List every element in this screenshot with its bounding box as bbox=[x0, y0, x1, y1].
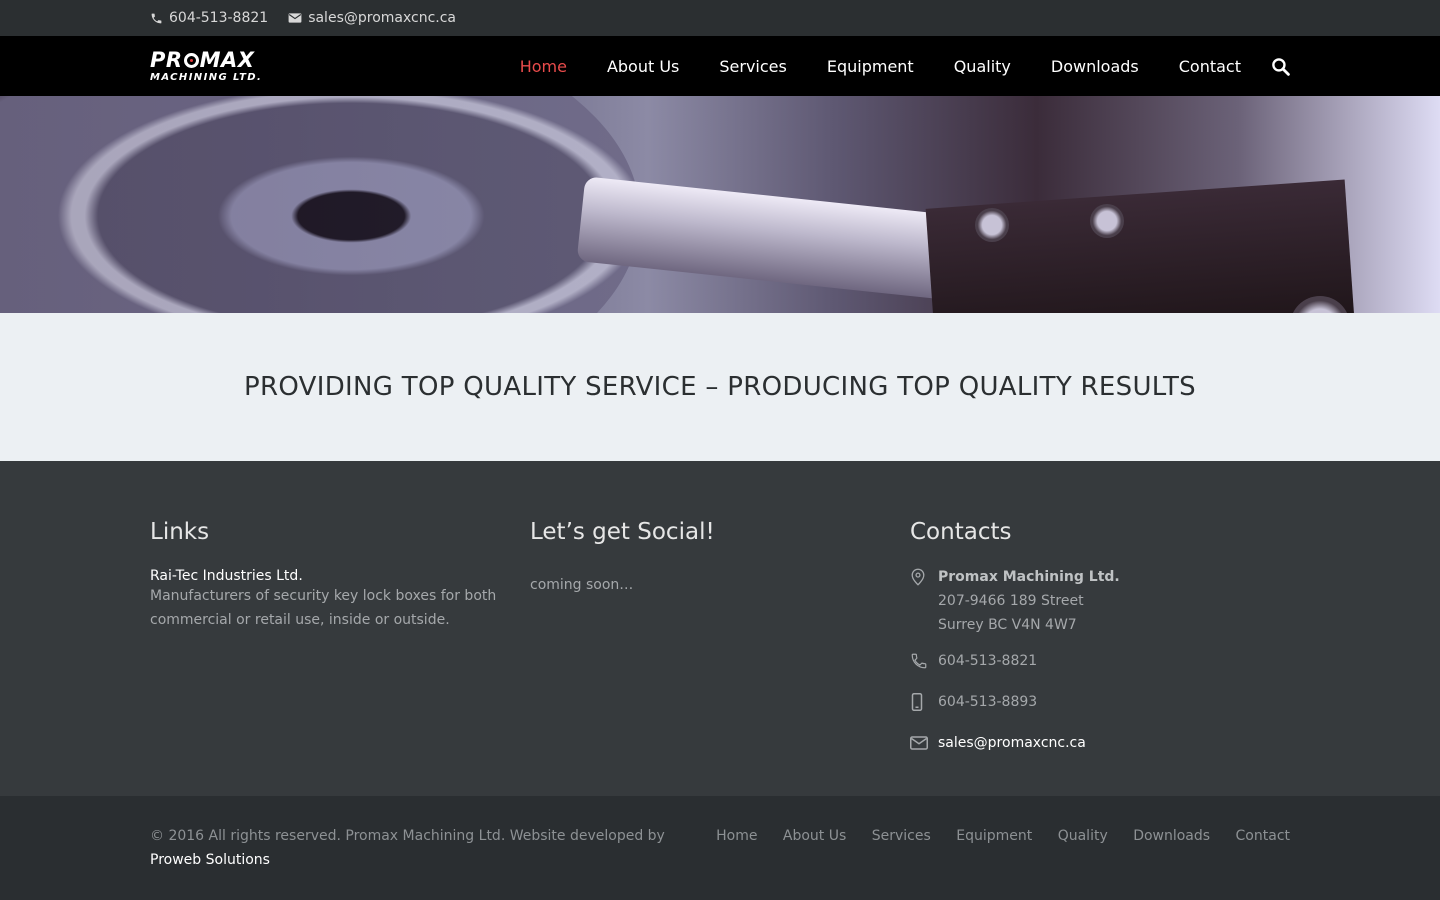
contact-phone-text: 604-513-8821 bbox=[938, 653, 1038, 669]
logo-text-a: PR bbox=[150, 47, 183, 72]
phone-icon bbox=[151, 13, 162, 23]
footer-contacts-heading: Contacts bbox=[910, 519, 1012, 545]
footer-bottom: © 2016 All rights reserved. Promax Machi… bbox=[0, 796, 1440, 900]
footer-social-heading: Let’s get Social! bbox=[530, 519, 715, 545]
envelope-icon bbox=[910, 736, 928, 750]
nav-equipment[interactable]: Equipment bbox=[827, 57, 914, 76]
contact-mobile[interactable]: 604-513-8893 bbox=[910, 690, 1290, 719]
developer-link[interactable]: Proweb Solutions bbox=[150, 852, 270, 868]
footer-nav-equipment[interactable]: Equipment bbox=[956, 828, 1032, 844]
topbar-phone[interactable]: 604-513-8821 bbox=[150, 10, 268, 26]
hero-bolt bbox=[1090, 204, 1124, 238]
topbar-email-text: sales@promaxcnc.ca bbox=[308, 10, 457, 26]
footer-links-column: Links Rai-Tec Industries Ltd. Manufactur… bbox=[150, 519, 530, 796]
main-navbar: PR MAX MACHINING LTD. Home About Us Servi… bbox=[0, 36, 1440, 96]
logo-target-icon bbox=[183, 52, 199, 68]
footer-links-heading: Links bbox=[150, 519, 210, 545]
footer-main: Links Rai-Tec Industries Ltd. Manufactur… bbox=[0, 461, 1440, 796]
contact-phone[interactable]: 604-513-8821 bbox=[910, 649, 1290, 678]
tagline-banner: PROVIDING TOP QUALITY SERVICE – PRODUCIN… bbox=[0, 313, 1440, 461]
contact-address: Promax Machining Ltd. 207-9466 189 Stree… bbox=[910, 565, 1290, 637]
search-button[interactable] bbox=[1271, 57, 1290, 76]
footer-nav-contact[interactable]: Contact bbox=[1236, 828, 1290, 844]
contact-address-line2: Surrey BC V4N 4W7 bbox=[938, 617, 1077, 633]
footer-nav: Home About Us Services Equipment Quality… bbox=[695, 824, 1290, 900]
hero-bolt bbox=[975, 208, 1009, 242]
hero-image bbox=[0, 96, 1440, 313]
hero-disc bbox=[0, 96, 640, 313]
logo-text-b: MAX bbox=[199, 47, 255, 72]
tagline-heading: PROVIDING TOP QUALITY SERVICE – PRODUCIN… bbox=[244, 372, 1196, 402]
footer-contacts-column: Contacts Promax Machining Ltd. 207-9466 … bbox=[910, 519, 1290, 796]
contact-address-line1: 207-9466 189 Street bbox=[938, 593, 1084, 609]
contact-email-link[interactable]: sales@promaxcnc.ca bbox=[938, 731, 1086, 755]
social-coming-soon: coming soon… bbox=[530, 577, 634, 593]
link-rai-tec[interactable]: Rai-Tec Industries Ltd. bbox=[150, 568, 303, 584]
map-pin-icon bbox=[911, 568, 925, 586]
footer-nav-about-us[interactable]: About Us bbox=[783, 828, 846, 844]
hero-shaft bbox=[576, 176, 964, 301]
main-menu: Home About Us Services Equipment Quality… bbox=[480, 57, 1290, 76]
copyright-text: © 2016 All rights reserved. Promax Machi… bbox=[150, 828, 665, 844]
footer-nav-services[interactable]: Services bbox=[872, 828, 931, 844]
footer-nav-downloads[interactable]: Downloads bbox=[1133, 828, 1210, 844]
contact-company: Promax Machining Ltd. bbox=[938, 569, 1120, 585]
hero-tool-block bbox=[925, 179, 1355, 313]
topbar-email[interactable]: sales@promaxcnc.ca bbox=[288, 10, 456, 26]
phone-icon bbox=[911, 653, 927, 669]
footer-nav-home[interactable]: Home bbox=[716, 828, 757, 844]
nav-home[interactable]: Home bbox=[520, 57, 567, 76]
footer-nav-quality[interactable]: Quality bbox=[1058, 828, 1108, 844]
search-icon bbox=[1272, 57, 1290, 76]
top-bar: 604-513-8821 sales@promaxcnc.ca bbox=[0, 0, 1440, 36]
link-rai-tec-description: Manufacturers of security key lock boxes… bbox=[150, 588, 497, 628]
footer-social-column: Let’s get Social! coming soon… bbox=[530, 519, 910, 796]
nav-downloads[interactable]: Downloads bbox=[1051, 57, 1139, 76]
topbar-phone-text: 604-513-8821 bbox=[169, 10, 269, 26]
nav-about-us[interactable]: About Us bbox=[607, 57, 679, 76]
site-logo[interactable]: PR MAX MACHINING LTD. bbox=[150, 47, 263, 83]
mobile-icon bbox=[911, 693, 923, 711]
nav-services[interactable]: Services bbox=[719, 57, 786, 76]
nav-contact[interactable]: Contact bbox=[1179, 57, 1241, 76]
envelope-icon bbox=[288, 13, 302, 23]
nav-quality[interactable]: Quality bbox=[954, 57, 1011, 76]
contact-email[interactable]: sales@promaxcnc.ca bbox=[910, 731, 1290, 758]
logo-subtitle: MACHINING LTD. bbox=[150, 71, 263, 83]
contact-mobile-text: 604-513-8893 bbox=[938, 694, 1038, 710]
copyright: © 2016 All rights reserved. Promax Machi… bbox=[150, 824, 690, 900]
